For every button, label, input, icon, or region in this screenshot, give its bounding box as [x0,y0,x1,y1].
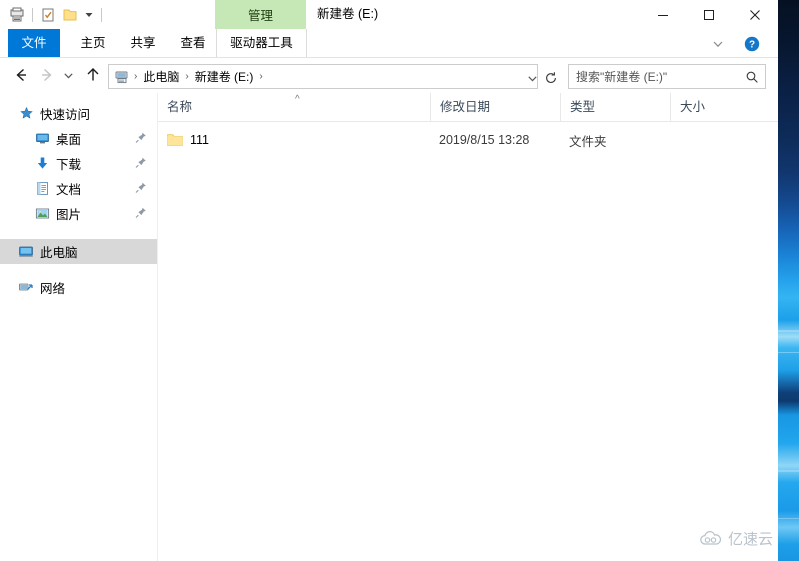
sidebar-item-documents[interactable]: 文档 [0,176,157,201]
tab-home[interactable]: 主页 [68,29,118,58]
breadcrumb-separator-3[interactable]: › [255,71,266,82]
watermark-text: 亿速云 [727,531,773,548]
ribbon-collapse-button[interactable] [704,29,732,58]
window-title: 新建卷 (E:) [317,7,379,21]
sidebar-item-desktop[interactable]: 桌面 [0,126,157,151]
column-header-size[interactable]: 大小 [670,93,758,121]
desktop-wallpaper [778,0,799,561]
folder-icon [167,133,183,147]
tab-file-label: 文件 [21,36,47,50]
sidebar-item-label: 网络 [40,282,66,296]
document-icon [32,181,52,196]
up-button[interactable] [80,62,106,88]
file-name-label: 111 [190,133,210,147]
help-button[interactable]: ? [738,29,766,58]
breadcrumb-this-pc[interactable]: 此电脑 [141,68,181,85]
address-bar-row: › 此电脑 › 新建卷 (E:) › 搜索"新建卷 (E:)" [0,58,778,93]
sidebar-item-quick-access[interactable]: 快速访问 [0,101,157,126]
computer-icon[interactable] [114,69,130,85]
navigation-pane[interactable]: 快速访问 桌面 下载 文档 图片 此电脑 网络 [0,93,158,561]
column-header-size-label: 大小 [680,100,706,114]
sidebar-item-label: 文档 [56,183,82,197]
forward-button[interactable] [34,62,60,88]
sidebar-item-downloads[interactable]: 下载 [0,151,157,176]
address-dropdown-button[interactable] [522,65,542,91]
column-header-name-label: 名称 [167,100,193,114]
ribbon-tab-strip: 文件 主页 共享 查看 驱动器工具 ? [0,29,778,58]
tab-drive-tools-label: 驱动器工具 [230,36,293,50]
title-bar: 管理 新建卷 (E:) [0,0,778,29]
back-button[interactable] [8,62,34,88]
pin-icon[interactable] [135,156,147,171]
tab-view-label: 查看 [180,36,206,50]
column-header-name[interactable]: 名称 ^ [158,93,430,121]
network-icon [16,280,36,296]
file-type-cell: 文件夹 [569,134,607,149]
window-controls [640,0,778,29]
column-header-row: 名称 ^ 修改日期 类型 大小 [158,93,778,122]
sidebar-item-label: 桌面 [56,133,82,147]
file-date-cell: 2019/8/15 13:28 [439,133,530,147]
maximize-button[interactable] [686,0,732,29]
search-box[interactable]: 搜索"新建卷 (E:)" [568,64,766,89]
cloud-icon [698,530,724,547]
file-name-cell[interactable]: 111 [167,133,209,147]
file-list-pane[interactable]: 名称 ^ 修改日期 类型 大小 111 2019/8/15 13:28 文件夹 [158,93,778,561]
tab-share[interactable]: 共享 [118,29,168,58]
desktop-icon [32,131,52,146]
tab-home-label: 主页 [80,36,106,50]
tab-share-label: 共享 [130,36,156,50]
contextual-tab-group-label: 管理 [247,9,273,23]
computer-icon [16,244,36,260]
sidebar-item-label: 快速访问 [40,108,91,122]
toolbar-separator [32,7,33,22]
quick-access-toolbar [6,0,106,29]
download-icon [32,156,52,171]
column-header-date-label: 修改日期 [440,100,491,114]
tab-view[interactable]: 查看 [168,29,218,58]
breadcrumb: › 此电脑 › 新建卷 (E:) › [109,68,267,85]
file-explorer-window: 管理 新建卷 (E:) 文件 主页 共享 查看 驱动器工具 ? › 此电脑 › … [0,0,778,561]
picture-icon [32,206,52,221]
new-folder-icon[interactable] [59,4,81,26]
minimize-button[interactable] [640,0,686,29]
refresh-button[interactable] [540,65,562,91]
breadcrumb-separator-2[interactable]: › [181,71,192,82]
pin-icon[interactable] [135,206,147,221]
recent-locations-button[interactable] [58,62,78,88]
sidebar-item-this-pc[interactable]: 此电脑 [0,239,157,264]
sidebar-item-label: 此电脑 [40,246,78,260]
sidebar-item-pictures[interactable]: 图片 [0,201,157,226]
properties-icon[interactable] [6,4,28,26]
address-bar[interactable]: › 此电脑 › 新建卷 (E:) › [108,64,538,89]
breadcrumb-separator-1[interactable]: › [130,71,141,82]
sidebar-item-label: 下载 [56,158,82,172]
watermark: 亿速云 [698,528,773,549]
close-button[interactable] [732,0,778,29]
screen: 管理 新建卷 (E:) 文件 主页 共享 查看 驱动器工具 ? › 此电脑 › … [0,0,799,561]
tab-drive-tools[interactable]: 驱动器工具 [216,29,307,58]
customize-chevron-icon[interactable] [81,4,97,26]
column-header-type[interactable]: 类型 [560,93,670,121]
column-header-type-label: 类型 [570,100,596,114]
sidebar-item-network[interactable]: 网络 [0,275,157,300]
search-icon[interactable] [739,70,765,84]
svg-text:?: ? [749,39,755,50]
star-icon [16,106,36,121]
pin-icon[interactable] [135,131,147,146]
table-row[interactable]: 111 2019/8/15 13:28 文件夹 [158,127,778,153]
tab-file[interactable]: 文件 [8,29,60,58]
toolbar-separator-2 [101,7,102,22]
checkbox-properties-icon[interactable] [37,4,59,26]
pin-icon[interactable] [135,181,147,196]
column-header-date[interactable]: 修改日期 [430,93,560,121]
sidebar-item-label: 图片 [56,208,82,222]
contextual-tab-group-header: 管理 [215,0,306,29]
sort-ascending-caret-icon: ^ [295,94,300,105]
search-input[interactable]: 搜索"新建卷 (E:)" [569,68,739,85]
breadcrumb-volume[interactable]: 新建卷 (E:) [193,68,256,85]
